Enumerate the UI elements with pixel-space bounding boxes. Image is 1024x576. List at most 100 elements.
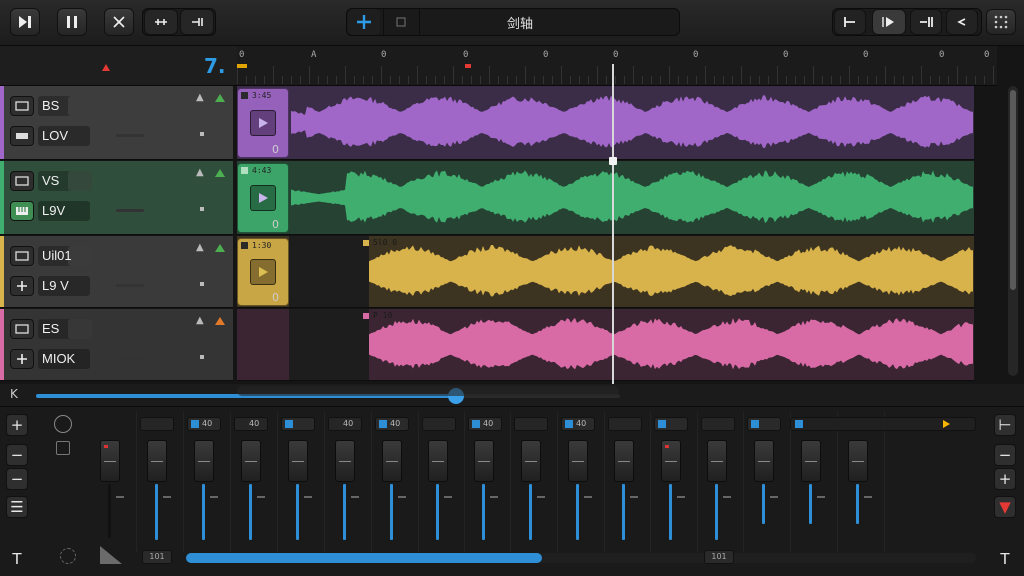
clip-header[interactable]: 1:30 0 (237, 238, 289, 306)
track-dot (200, 207, 204, 211)
channel-send[interactable] (654, 417, 688, 431)
mixer-left-button[interactable]: − (6, 468, 28, 490)
clip-header[interactable]: 4:43 0 (237, 163, 289, 233)
channel-send[interactable]: 40 (468, 417, 502, 431)
loop-start-marker[interactable] (237, 64, 247, 68)
channel-fader[interactable] (474, 440, 494, 482)
grid-button[interactable] (386, 9, 416, 35)
mixer-left-button[interactable]: − (6, 444, 28, 466)
target-icon[interactable] (60, 548, 76, 564)
channel-send[interactable]: 40 (187, 417, 221, 431)
mixer-right-button[interactable]: − (994, 444, 1016, 466)
channel-send[interactable]: 40 (234, 417, 268, 431)
bottom-chip[interactable]: 101 (142, 550, 172, 564)
channel-send[interactable] (281, 417, 315, 431)
track-header: BS LOV ▲ (0, 86, 233, 160)
channel-fader[interactable] (428, 440, 448, 482)
track-name-bottom[interactable]: LOV (38, 126, 90, 146)
channel-fader[interactable] (848, 440, 868, 482)
shuffle-button[interactable] (104, 8, 134, 36)
track-instrument-button[interactable] (10, 126, 34, 146)
send-value: 40 (390, 419, 401, 428)
track-solo-icon[interactable]: ▲ (196, 242, 204, 253)
track-instrument-button[interactable] (10, 201, 34, 221)
loop-end-marker[interactable] (465, 64, 471, 68)
channel-fader[interactable] (754, 440, 774, 482)
track-lane[interactable]: P 10P 10 (237, 309, 974, 381)
volume-button[interactable] (946, 9, 978, 35)
track-instrument-button[interactable] (10, 349, 34, 369)
track-solo-icon[interactable]: ▲ (196, 315, 204, 326)
fader-mark (630, 496, 638, 498)
channel-send[interactable] (514, 417, 548, 431)
channel-fader[interactable] (801, 440, 821, 482)
channel-fader[interactable] (707, 440, 727, 482)
channel-send[interactable] (747, 417, 781, 431)
ruler-tick (831, 76, 832, 84)
track-arm-icon[interactable] (215, 317, 225, 325)
channel-fader[interactable] (521, 440, 541, 482)
grid-dots-button[interactable] (986, 9, 1016, 35)
track-solo-icon[interactable]: ▲ (196, 92, 204, 103)
channel-fader[interactable] (568, 440, 588, 482)
link-button[interactable] (144, 9, 178, 35)
clip-pad-button[interactable] (250, 259, 276, 285)
clip-pad-button[interactable] (250, 110, 276, 136)
skip-to-end-button[interactable] (10, 8, 40, 36)
mixer-left-button[interactable]: + (6, 414, 28, 436)
mixer-right-button[interactable]: T (994, 548, 1016, 570)
clip-pad-button[interactable] (250, 185, 276, 211)
track-solo-icon[interactable]: ▲ (196, 167, 204, 178)
channel-send[interactable]: 40 (561, 417, 595, 431)
track-name-bottom[interactable]: L9V (38, 201, 90, 221)
clip-header[interactable]: 3:45 0 (237, 88, 289, 158)
channel-fader[interactable] (241, 440, 261, 482)
track-name-bottom[interactable]: MIOK (38, 349, 90, 369)
loop-end-button[interactable] (910, 9, 942, 35)
playhead-line[interactable] (612, 64, 614, 384)
mixer-right-button[interactable]: ▼ (994, 496, 1016, 518)
channel-send[interactable]: 40 (328, 417, 362, 431)
track-lane[interactable]: 4:43 0 (237, 161, 974, 235)
mixer-right-button[interactable]: + (994, 468, 1016, 490)
channel-send[interactable] (701, 417, 735, 431)
track-type-button[interactable] (10, 171, 34, 191)
channel-fader[interactable] (100, 440, 120, 482)
bottom-chip[interactable]: 101 (704, 550, 734, 564)
track-type-button[interactable] (10, 319, 34, 339)
mixer-right-button[interactable]: ⊢ (994, 414, 1016, 436)
channel-grid-icon[interactable] (56, 441, 70, 455)
track-lane[interactable]: 3:45 0 (237, 86, 974, 160)
track-arm-icon[interactable] (215, 169, 225, 177)
channel-send[interactable] (140, 417, 174, 431)
vertical-scrollbar-thumb[interactable] (1010, 90, 1016, 290)
track-instrument-button[interactable] (10, 276, 34, 296)
track-type-button[interactable] (10, 246, 34, 266)
channel-send[interactable]: 40 (375, 417, 409, 431)
add-track-button[interactable] (348, 9, 380, 35)
channel-fader[interactable] (288, 440, 308, 482)
channel-send[interactable] (608, 417, 642, 431)
track-name-bottom[interactable]: L9 V (38, 276, 90, 296)
channel-fader[interactable] (194, 440, 214, 482)
timeline-ruler[interactable]: 0 A 0 0 0 0 0 0 0 0 0 (237, 46, 997, 86)
mixer-left-button[interactable]: T (6, 548, 28, 570)
pan-knob[interactable] (54, 415, 72, 433)
channel-fader[interactable] (661, 440, 681, 482)
track-arm-icon[interactable] (215, 94, 225, 102)
record-marker-button[interactable] (180, 9, 214, 35)
pause-button[interactable] (57, 8, 87, 36)
channel-fader[interactable] (335, 440, 355, 482)
playhead-handle[interactable] (609, 157, 617, 165)
marker-start-button[interactable] (834, 9, 866, 35)
channel-fader[interactable] (614, 440, 634, 482)
mixer-left-button[interactable]: ☰ (6, 496, 28, 518)
track-lane[interactable]: 1:30 0 5l0 0 (237, 236, 974, 308)
track-arm-icon[interactable] (215, 244, 225, 252)
play-button[interactable] (872, 9, 906, 35)
track-type-button[interactable] (10, 96, 34, 116)
horizontal-scroll-region[interactable] (237, 386, 619, 396)
channel-fader[interactable] (382, 440, 402, 482)
channel-send[interactable] (422, 417, 456, 431)
channel-fader[interactable] (147, 440, 167, 482)
